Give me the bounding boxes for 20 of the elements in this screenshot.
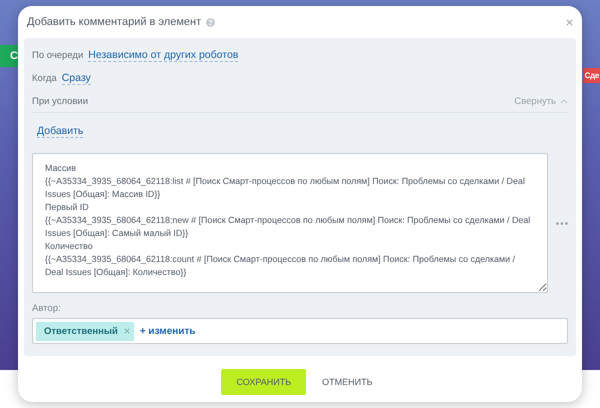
- author-tag: Ответственный: [36, 322, 134, 340]
- comment-field[interactable]: Массив {{~A35334_3935_68064_62118:list # [Поиск Смарт-процессов по любым полям] Поиск: Проблемы со сделками / Deal Issues [Общая]: Массив ID}} Первый ID {{~A35334_3935_68064_62118:new # [Поиск Смарт-процессов по любым полям] Поиск: Проблемы со сделками / Deal Issues [Общая]: Самый малый ID}} Количество {{~A35334_3935_68064_62118:count # [Поиск Смарт-процессов по любым полям] Поиск: Проблемы со сделками / Deal Issues [Общая]: Количество}}: [32, 153, 548, 293]
- background-tag: Сде: [582, 68, 600, 83]
- help-icon[interactable]: [206, 18, 216, 26]
- close-icon[interactable]: [566, 18, 573, 26]
- when-label: Когда: [32, 73, 57, 84]
- queue-link[interactable]: Независимо от других роботов: [88, 49, 238, 62]
- change-link[interactable]: + изменить: [140, 326, 196, 336]
- save-button[interactable]: СОХРАНИТЬ: [221, 369, 306, 395]
- author-label: Автор:: [32, 303, 62, 314]
- add-link[interactable]: Добавить: [37, 125, 84, 138]
- chevron-icon: [560, 98, 568, 104]
- cancel-button[interactable]: ОТМЕНИТЬ: [316, 369, 379, 395]
- condition-label: При условии: [32, 96, 88, 106]
- when-link[interactable]: Сразу: [62, 72, 91, 85]
- queue-label: По очереди: [32, 50, 84, 61]
- remove-icon[interactable]: [124, 328, 130, 334]
- dialog-title: Добавить комментарий в элемент: [27, 16, 202, 28]
- author-field[interactable]: Ответственный + изменить: [32, 318, 568, 344]
- more-icon[interactable]: [556, 222, 568, 224]
